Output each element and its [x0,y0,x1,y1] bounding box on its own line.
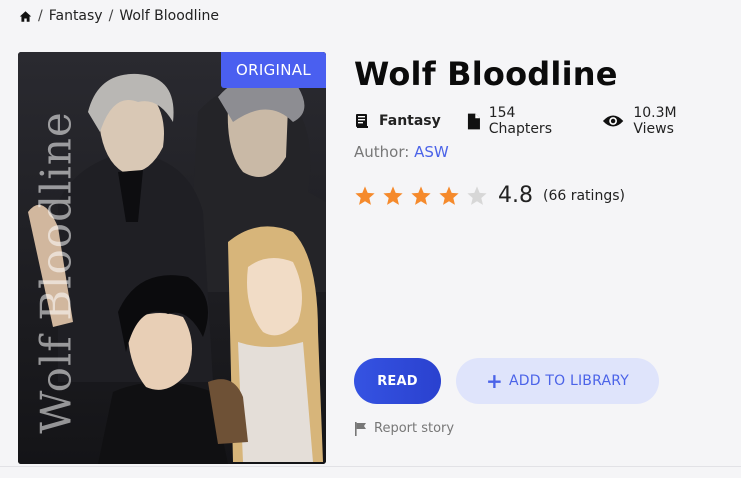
book-title: Wolf Bloodline [354,55,618,93]
author-link[interactable]: ASW [414,143,449,161]
breadcrumb: / Fantasy / Wolf Bloodline [19,8,219,24]
breadcrumb-current: Wolf Bloodline [119,8,219,24]
views-item: 10.3M Views [602,105,715,137]
rating: 4.8 (66 ratings) [354,183,625,208]
author-line: Author: ASW [354,143,449,161]
breadcrumb-separator: / [108,8,114,24]
report-story-label: Report story [374,421,455,436]
star-filled-icon [439,185,459,205]
eye-icon [603,115,624,127]
report-story-link[interactable]: Report story [354,421,454,436]
views-count: 10.3M Views [633,105,677,137]
star-filled-icon [383,185,403,205]
star-filled-icon [411,185,431,205]
home-icon[interactable] [19,10,32,23]
genre-item[interactable]: Fantasy [354,113,441,129]
rating-score: 4.8 [498,183,533,208]
divider [0,466,741,467]
cover-title-text: Wolf Bloodline [31,110,81,434]
breadcrumb-fantasy[interactable]: Fantasy [49,8,103,24]
book-meta: Fantasy 154 Chapters 10.3M Views [354,105,741,137]
chapters-count: 154 Chapters [488,105,552,137]
breadcrumb-separator: / [38,8,43,24]
document-icon [467,113,480,129]
genre-label: Fantasy [379,113,441,129]
star-filled-icon [355,185,375,205]
rating-count: (66 ratings) [543,187,625,204]
book-cover: Wolf Bloodline ORIGINAL [18,52,326,464]
add-to-library-button[interactable]: + ADD TO LIBRARY [456,358,659,404]
chapters-item: 154 Chapters [467,105,576,137]
read-button[interactable]: READ [354,358,441,404]
flag-icon [355,421,366,436]
plus-icon: + [485,369,503,393]
author-label: Author: [354,143,410,161]
original-badge: ORIGINAL [221,52,326,88]
star-rating [354,185,488,207]
add-to-library-label: ADD TO LIBRARY [508,373,630,389]
book-icon [356,114,368,128]
star-empty-icon [467,185,487,205]
